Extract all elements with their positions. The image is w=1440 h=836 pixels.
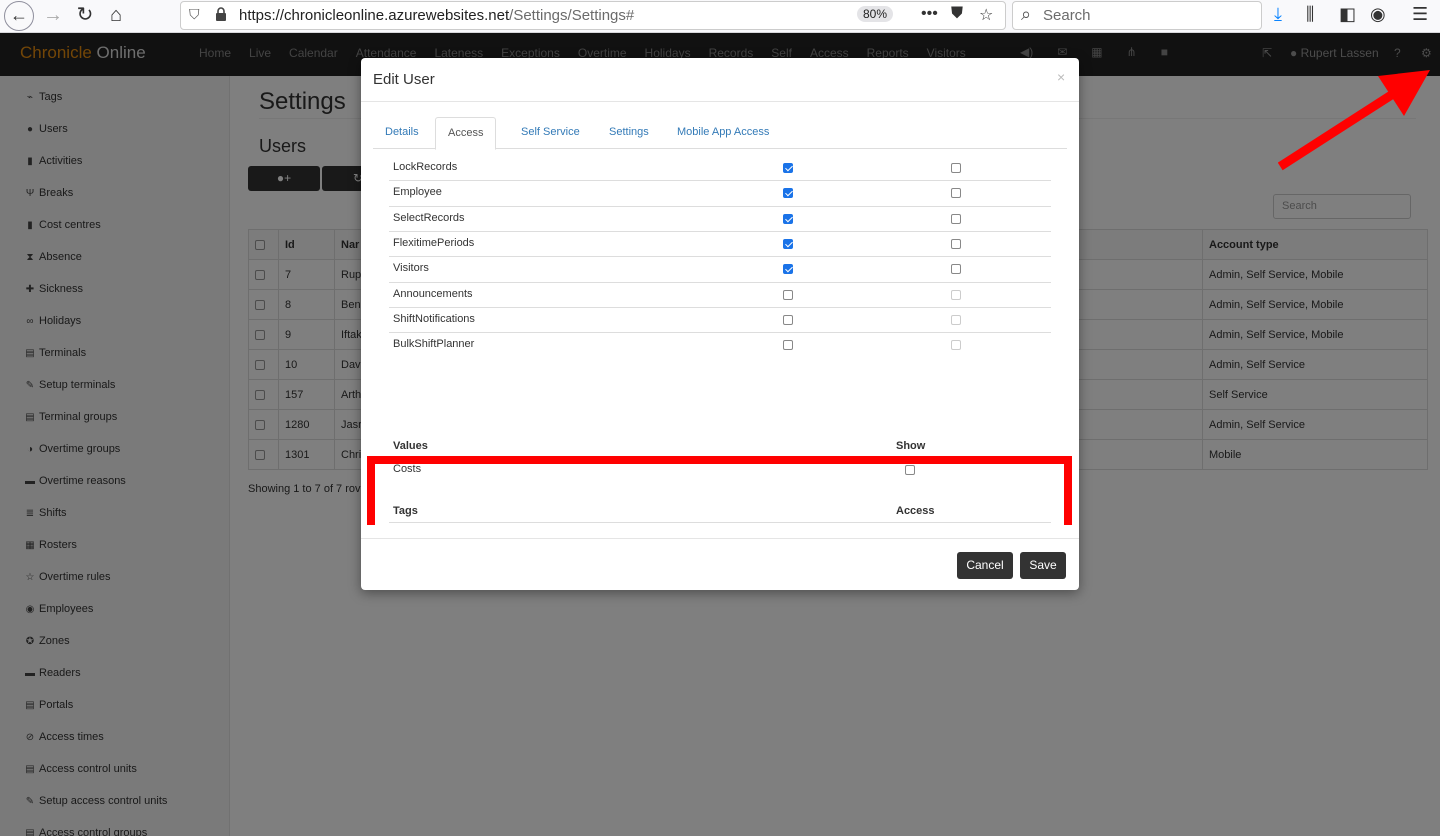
permission-allow-checkbox[interactable]	[783, 188, 793, 199]
browser-toolbar: ← → ↻ ⌂ ⛉ https://chronicleonline.azurew…	[0, 0, 1440, 33]
permission-allow-checkbox[interactable]	[783, 163, 793, 173]
tab-mobile-app-access[interactable]: Mobile App Access	[665, 117, 781, 149]
account-icon[interactable]: ◉	[1370, 4, 1386, 25]
save-button[interactable]: Save	[1020, 552, 1066, 579]
sidebar-toggle-icon[interactable]: ◧	[1339, 4, 1356, 25]
reload-icon[interactable]: ↻	[70, 1, 100, 31]
permission-row: LockRecords	[389, 156, 1051, 180]
row-label: Visitors	[393, 262, 429, 275]
row-label: BulkShiftPlanner	[393, 338, 475, 351]
row-label: FlexitimePeriods	[393, 236, 475, 249]
permission-row: Visitors	[389, 256, 1051, 281]
tab-access[interactable]: Access	[435, 117, 497, 150]
permission-row: BulkShiftPlanner	[389, 332, 1051, 357]
permission-allow-checkbox[interactable]	[783, 213, 793, 224]
tab-settings[interactable]: Settings	[597, 117, 661, 149]
modal-footer: Cancel Save	[361, 538, 1079, 590]
close-icon[interactable]: ×	[1057, 69, 1065, 85]
home-icon[interactable]: ⌂	[101, 1, 131, 31]
library-icon[interactable]: ⫼	[1306, 4, 1314, 25]
permission-secondary-checkbox[interactable]	[951, 289, 961, 300]
permission-secondary-checkbox[interactable]	[951, 188, 961, 199]
edit-user-modal: Edit User × Details Access Self Service Set…	[361, 58, 1079, 590]
permission-secondary-checkbox[interactable]	[951, 314, 961, 325]
search-icon: ⌕	[1021, 4, 1032, 24]
permission-allow-checkbox[interactable]	[783, 340, 793, 351]
permission-allow-checkbox[interactable]	[783, 289, 793, 300]
tab-self-service[interactable]: Self Service	[509, 117, 592, 149]
permission-allow-checkbox[interactable]	[783, 238, 793, 249]
pocket-icon[interactable]: ⛊	[951, 5, 963, 23]
modal-tabs: Details Access Self Service Settings Mobile …	[373, 117, 1067, 150]
permission-secondary-checkbox[interactable]	[951, 264, 961, 275]
more-actions-icon[interactable]: •••	[921, 5, 938, 23]
permission-secondary-checkbox[interactable]	[951, 163, 961, 173]
row-label: Employee	[393, 186, 442, 199]
row-label: ShiftNotifications	[393, 312, 475, 325]
permission-row: Employee	[389, 180, 1051, 205]
modal-header: Edit User ×	[361, 58, 1079, 102]
access-permissions-list[interactable]: LockRecords Employee SelectRecords Flexitim…	[361, 156, 1079, 525]
highlight-box	[367, 456, 1072, 525]
header-column: Show	[896, 440, 926, 452]
zoom-level[interactable]: 80%	[857, 6, 894, 22]
permission-row: SelectRecords	[389, 205, 1051, 231]
download-icon[interactable]: ⤓	[1274, 4, 1282, 25]
shield-icon[interactable]: ⛉	[189, 6, 200, 23]
modal-title: Edit User	[373, 71, 435, 88]
lock-icon[interactable]	[215, 7, 227, 21]
row-label: SelectRecords	[393, 211, 465, 224]
url-text[interactable]: https://chronicleonline.azurewebsites.ne…	[239, 7, 634, 24]
row-label: Announcements	[393, 287, 473, 300]
bookmark-star-icon[interactable]: ☆	[979, 5, 993, 25]
annotation-arrow	[1278, 70, 1430, 171]
permission-secondary-checkbox[interactable]	[951, 238, 961, 249]
permission-row: Announcements	[389, 281, 1051, 307]
back-icon[interactable]: ←	[4, 1, 34, 31]
menu-icon[interactable]: ☰	[1412, 4, 1428, 25]
permission-allow-checkbox[interactable]	[783, 314, 793, 325]
permission-row: ShiftNotifications	[389, 306, 1051, 332]
permission-row: FlexitimePeriods	[389, 230, 1051, 256]
search-placeholder: Search	[1043, 7, 1091, 24]
permission-secondary-checkbox[interactable]	[951, 340, 961, 351]
url-bar[interactable]: ⛉ https://chronicleonline.azurewebsites.…	[180, 1, 1006, 30]
permission-secondary-checkbox[interactable]	[951, 213, 961, 224]
permission-allow-checkbox[interactable]	[783, 264, 793, 275]
header-label: Values	[393, 440, 428, 452]
row-label: LockRecords	[393, 161, 458, 173]
cancel-button[interactable]: Cancel	[957, 552, 1013, 579]
forward-icon[interactable]: →	[38, 1, 68, 31]
browser-search[interactable]: ⌕ Search	[1012, 1, 1262, 30]
tab-details[interactable]: Details	[373, 117, 431, 149]
